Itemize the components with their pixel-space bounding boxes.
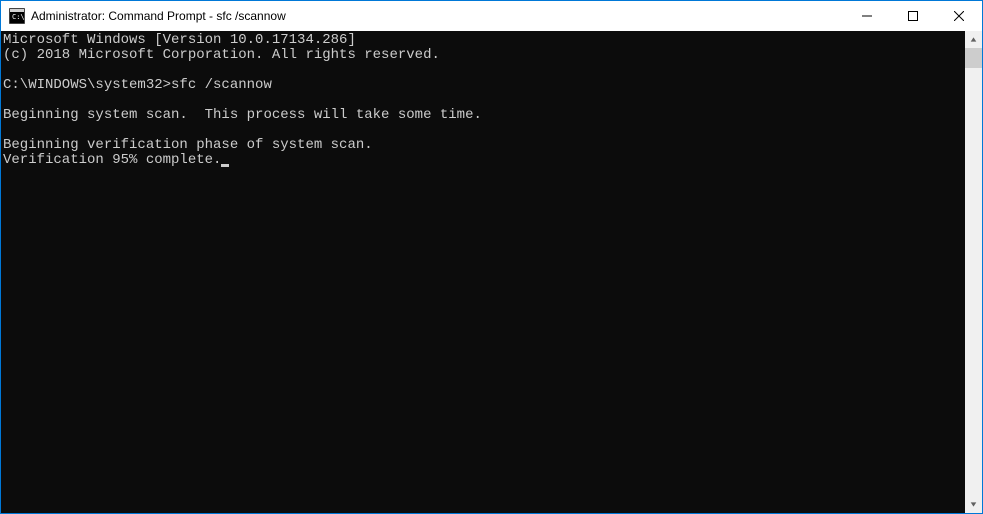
- window-title: Administrator: Command Prompt - sfc /sca…: [31, 9, 844, 23]
- scroll-up-arrow[interactable]: [965, 31, 982, 48]
- minimize-button[interactable]: [844, 1, 890, 30]
- terminal-line: Beginning verification phase of system s…: [3, 138, 965, 153]
- cmd-icon: C:\: [9, 8, 25, 24]
- terminal-line: [3, 123, 965, 138]
- titlebar[interactable]: C:\ Administrator: Command Prompt - sfc …: [1, 1, 982, 31]
- close-button[interactable]: [936, 1, 982, 30]
- terminal-line: [3, 93, 965, 108]
- scroll-down-arrow[interactable]: [965, 496, 982, 513]
- content-area: Microsoft Windows [Version 10.0.17134.28…: [1, 31, 982, 513]
- terminal-line: [3, 63, 965, 78]
- maximize-button[interactable]: [890, 1, 936, 30]
- terminal-line: Microsoft Windows [Version 10.0.17134.28…: [3, 33, 965, 48]
- command-prompt-window: C:\ Administrator: Command Prompt - sfc …: [1, 1, 982, 513]
- terminal-line: Verification 95% complete.: [3, 153, 965, 168]
- terminal-output[interactable]: Microsoft Windows [Version 10.0.17134.28…: [1, 31, 965, 513]
- vertical-scrollbar[interactable]: [965, 31, 982, 513]
- scroll-track[interactable]: [965, 48, 982, 496]
- terminal-cursor: [221, 164, 229, 167]
- terminal-line: C:\WINDOWS\system32>sfc /scannow: [3, 78, 965, 93]
- terminal-line: (c) 2018 Microsoft Corporation. All righ…: [3, 48, 965, 63]
- svg-text:C:\: C:\: [12, 13, 25, 21]
- terminal-line: Beginning system scan. This process will…: [3, 108, 965, 123]
- window-controls: [844, 1, 982, 30]
- scroll-thumb[interactable]: [965, 48, 982, 68]
